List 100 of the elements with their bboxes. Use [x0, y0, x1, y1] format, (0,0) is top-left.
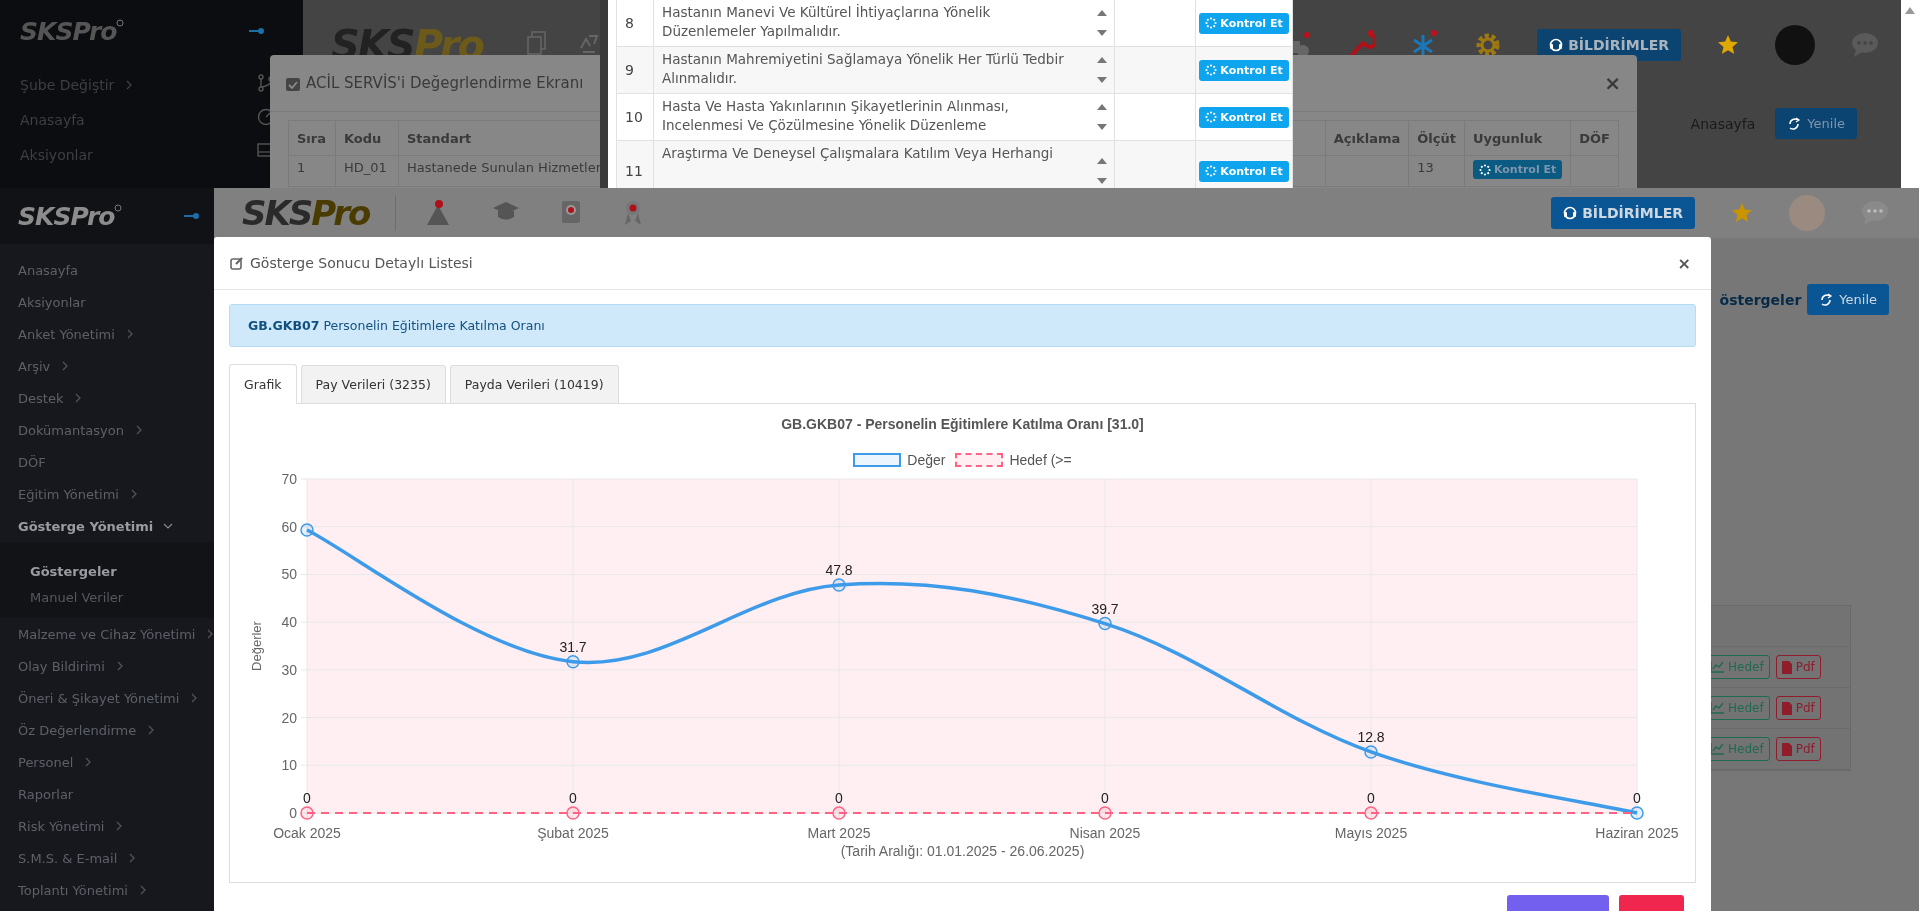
- data-label: 31.7: [558, 638, 587, 655]
- table-cell: 10: [617, 94, 654, 140]
- spinner-icon: [1478, 163, 1491, 176]
- data-point: [1363, 745, 1378, 759]
- calendar-check-icon: [286, 75, 300, 91]
- sidebar-item[interactable]: Eğitim Yönetimi: [0, 478, 214, 510]
- sidebar-item[interactable]: S.M.S. & E-mail: [0, 842, 214, 874]
- pdf-file-icon: [1781, 660, 1792, 674]
- data-label: 0: [302, 790, 311, 806]
- logo: SKSPro: [242, 193, 370, 233]
- axis-title: (Tarih Aralığı: 01.01.2025 - 26.06.2025): [840, 843, 1085, 859]
- refresh-button[interactable]: Yenile: [1807, 284, 1889, 315]
- avatar[interactable]: [1775, 25, 1815, 65]
- pdf-button[interactable]: Pdf: [1775, 655, 1821, 679]
- table-cell: 8: [617, 0, 654, 46]
- column-header: Uygunluk: [1464, 120, 1571, 156]
- sidebar-item[interactable]: Anasayfa: [0, 254, 214, 286]
- check-button[interactable]: Kontrol Et: [1199, 106, 1289, 128]
- table-cell: 13: [1408, 155, 1465, 187]
- check-button[interactable]: Kontrol Et: [1199, 12, 1289, 34]
- axis-tick-label: 70: [280, 471, 297, 487]
- data-label: 0: [1100, 790, 1109, 806]
- sidebar-item[interactable]: Destek: [0, 382, 214, 414]
- sidebar-item[interactable]: Anket Yönetimi: [0, 318, 214, 350]
- sidebar-item[interactable]: DÖF: [0, 446, 214, 478]
- spinner-icon: [1205, 165, 1218, 177]
- sidebar-item[interactable]: Gösterge Yönetimi: [0, 510, 214, 542]
- toggle-icon[interactable]: [184, 213, 200, 219]
- data-label: 12.8: [1356, 728, 1385, 745]
- chart-title: GB.GKB07 - Personelin Eğitimlere Katılma Oranı [31.0]: [781, 416, 1144, 432]
- refresh-button[interactable]: Yenile: [1775, 108, 1857, 139]
- sidebar-item[interactable]: Olay Bildirimi: [0, 650, 214, 682]
- spinner-icon: [1205, 64, 1218, 76]
- data-label: 47.8: [824, 561, 853, 578]
- line-chart-icon: [1710, 743, 1724, 755]
- registered-icon: [116, 18, 125, 27]
- data-point: [831, 806, 846, 820]
- tab[interactable]: Payda Verileri (10419): [449, 365, 619, 403]
- axis-tick-label: 20: [280, 709, 297, 726]
- sidebar-item[interactable]: Risk Yönetimi: [0, 810, 214, 842]
- data-point: [565, 806, 580, 820]
- axis-tick-label: 30: [280, 661, 297, 678]
- scroll-up-icon: [1905, 6, 1915, 14]
- axis-tick-label: Nisan 2025: [1069, 825, 1140, 841]
- close-button[interactable]: ×: [1677, 253, 1691, 273]
- data-point: [1629, 806, 1644, 820]
- close-button[interactable]: ×: [1604, 71, 1621, 95]
- sidebar-item[interactable]: Toplantı Yönetimi: [0, 874, 214, 906]
- pdf-button[interactable]: Pdf: [1775, 696, 1821, 720]
- data-point: [1097, 616, 1112, 631]
- legend-label: Hedef (>=: [1009, 452, 1072, 468]
- legend-swatch[interactable]: [955, 453, 1004, 467]
- line-chart-icon: [1710, 702, 1724, 714]
- sidebar-item[interactable]: Arşiv: [0, 350, 214, 382]
- legend-swatch[interactable]: [853, 453, 902, 467]
- tab[interactable]: Grafik: [229, 364, 297, 404]
- sidebar-item[interactable]: Öz Değerlendirme: [0, 714, 214, 746]
- table-cell: HD_01: [335, 155, 399, 187]
- star-icon[interactable]: [1717, 34, 1739, 56]
- submenu-item[interactable]: Manuel Veriler: [0, 584, 214, 610]
- data-point: [1363, 806, 1378, 820]
- sidebar-item[interactable]: Aksiyonlar: [0, 286, 214, 318]
- data-point: [299, 523, 314, 537]
- headset-icon: [1563, 206, 1578, 220]
- check-button[interactable]: Kontrol Et: [1199, 160, 1289, 182]
- pdf-file-icon: [1781, 701, 1792, 715]
- axis-tick-label: 60: [280, 518, 297, 535]
- sidebar-item[interactable]: Personel: [0, 746, 214, 778]
- sidebar-item[interactable]: Malzeme ve Cihaz Yönetimi: [0, 618, 214, 650]
- pdf-button[interactable]: Pdf: [1775, 737, 1821, 761]
- axis-tick-label: Haziran 2025: [1594, 825, 1679, 841]
- tab[interactable]: Pay Verileri (3235): [300, 365, 446, 403]
- page-link[interactable]: östergeler: [1719, 291, 1802, 308]
- info-banner: GB.GKB07 Personelin Eğitimlere Katılma Oranı: [229, 304, 1696, 347]
- data-point: [831, 578, 846, 592]
- pdf-file-icon: [1781, 742, 1792, 756]
- document-icon[interactable]: [526, 30, 547, 56]
- sidebar-item[interactable]: Raporlar: [0, 778, 214, 810]
- axis-tick-label: 50: [280, 566, 297, 583]
- column-header: Kodu: [335, 120, 399, 156]
- sidebar-item[interactable]: Dokümantasyon: [0, 414, 214, 446]
- axis-tick-label: 0: [288, 805, 297, 821]
- spinner-icon: [1205, 17, 1218, 29]
- modal-title: ACİL SERVİS'i Değegrlendirme Ekranı: [306, 74, 584, 92]
- data-label: 0: [834, 790, 843, 806]
- chat-icon[interactable]: [1861, 200, 1891, 226]
- check-button[interactable]: Kontrol Et: [1199, 59, 1289, 81]
- sidebar-item[interactable]: Öneri & Şikayet Yönetimi: [0, 682, 214, 714]
- line-chart-icon: [1710, 661, 1724, 673]
- toggle-icon[interactable]: [249, 28, 265, 34]
- check-button[interactable]: Kontrol Et: [1472, 160, 1563, 179]
- data-point: [565, 655, 580, 669]
- table-cell-text: Hastanın Mahremiyetini Sağlamaya Yönelik Her Türlü Tedbir Alınmalıdır.: [661, 50, 1065, 88]
- notifications-button[interactable]: BİLDİRİMLER: [1551, 197, 1695, 229]
- gear-icon[interactable]: [1475, 32, 1502, 58]
- star-icon[interactable]: [1731, 202, 1753, 224]
- submenu-item[interactable]: Göstergeler: [0, 558, 214, 584]
- scrollbar[interactable]: [1901, 0, 1919, 188]
- edit-icon: [230, 256, 244, 270]
- modal-title: Gösterge Sonucu Detaylı Listesi: [250, 255, 473, 271]
